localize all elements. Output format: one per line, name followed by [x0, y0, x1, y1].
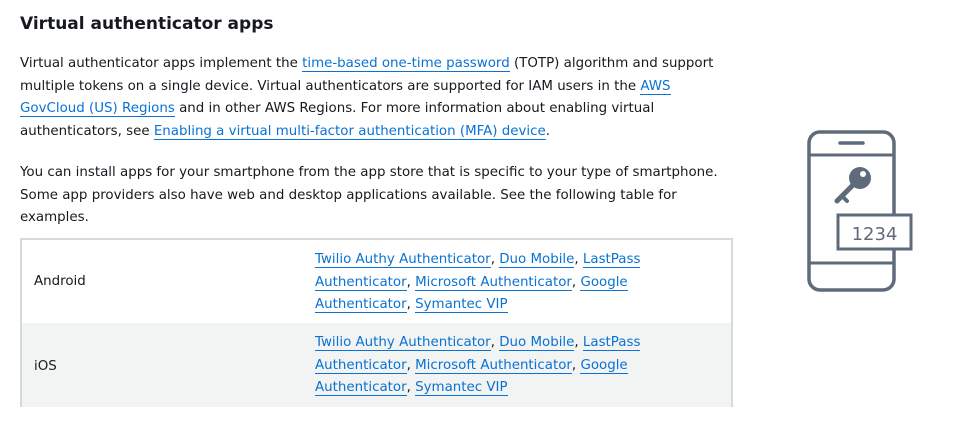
app-link[interactable]: Microsoft Authenticator [415, 274, 572, 291]
section-heading: Virtual authenticator apps [20, 14, 274, 34]
enabling-virtual-mfa-link[interactable]: Enabling a virtual multi-factor authenti… [153, 123, 546, 140]
app-separator: , [574, 252, 583, 267]
app-separator: , [490, 252, 500, 267]
intro-paragraph: Virtual authenticator apps implement the… [20, 53, 735, 143]
app-link[interactable]: Twilio Authy Authenticator [315, 252, 491, 268]
install-apps-paragraph: You can install apps for your smartphone… [20, 165, 718, 226]
app-link[interactable]: Duo Mobile [499, 335, 575, 351]
app-link[interactable]: Duo Mobile [499, 252, 575, 268]
app-link[interactable]: Microsoft Authenticator [415, 357, 572, 374]
apps-cell: Twilio Authy Authenticator, Duo Mobile, … [315, 249, 655, 317]
app-separator: , [406, 274, 416, 290]
app-separator: , [490, 335, 500, 350]
app-separator: , [406, 380, 416, 396]
intro-text-4: . [545, 123, 550, 139]
app-separator: , [406, 297, 416, 313]
app-separator: , [574, 335, 583, 350]
app-link[interactable]: Symantec VIP [415, 297, 508, 314]
totp-link[interactable]: time-based one-time password [302, 56, 510, 72]
apps-cell: Twilio Authy Authenticator, Duo Mobile, … [315, 332, 655, 400]
phone-key-icon: 1234 [807, 130, 913, 292]
authenticator-apps-table: Android Twilio Authy Authenticator, Duo … [20, 238, 733, 407]
key-icon [834, 167, 871, 204]
intro-text-1: Virtual authenticator apps implement the [20, 56, 303, 71]
app-link[interactable]: Twilio Authy Authenticator [315, 335, 491, 351]
app-separator: , [406, 357, 416, 373]
app-link[interactable]: Symantec VIP [415, 380, 508, 397]
table-row-ios: iOS Twilio Authy Authenticator, Duo Mobi… [22, 323, 731, 407]
os-cell: iOS [34, 359, 57, 374]
table-row-android: Android Twilio Authy Authenticator, Duo … [22, 240, 731, 323]
code-text: 1234 [852, 224, 898, 245]
os-cell: Android [34, 274, 86, 289]
